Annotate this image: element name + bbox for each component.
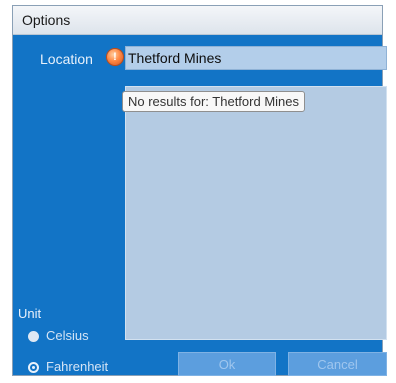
unit-label: Unit bbox=[18, 306, 42, 321]
celsius-label[interactable]: Celsius bbox=[46, 328, 89, 343]
celsius-radio[interactable] bbox=[28, 331, 39, 342]
cancel-button[interactable]: Cancel bbox=[288, 352, 387, 376]
ok-button[interactable]: Ok bbox=[178, 352, 276, 376]
warning-orb-icon bbox=[107, 49, 123, 65]
results-list[interactable] bbox=[125, 86, 387, 340]
location-input[interactable] bbox=[125, 46, 387, 70]
radio-selected-dot bbox=[32, 366, 35, 369]
fahrenheit-label[interactable]: Fahrenheit bbox=[46, 359, 108, 374]
location-label: Location bbox=[40, 51, 93, 67]
no-results-tooltip: No results for: Thetford Mines bbox=[122, 91, 305, 112]
options-dialog: Options Location No results for: Thetfor… bbox=[12, 5, 387, 376]
dialog-title: Options bbox=[22, 12, 71, 28]
title-bar[interactable]: Options bbox=[13, 6, 382, 35]
fahrenheit-radio[interactable] bbox=[28, 362, 39, 373]
